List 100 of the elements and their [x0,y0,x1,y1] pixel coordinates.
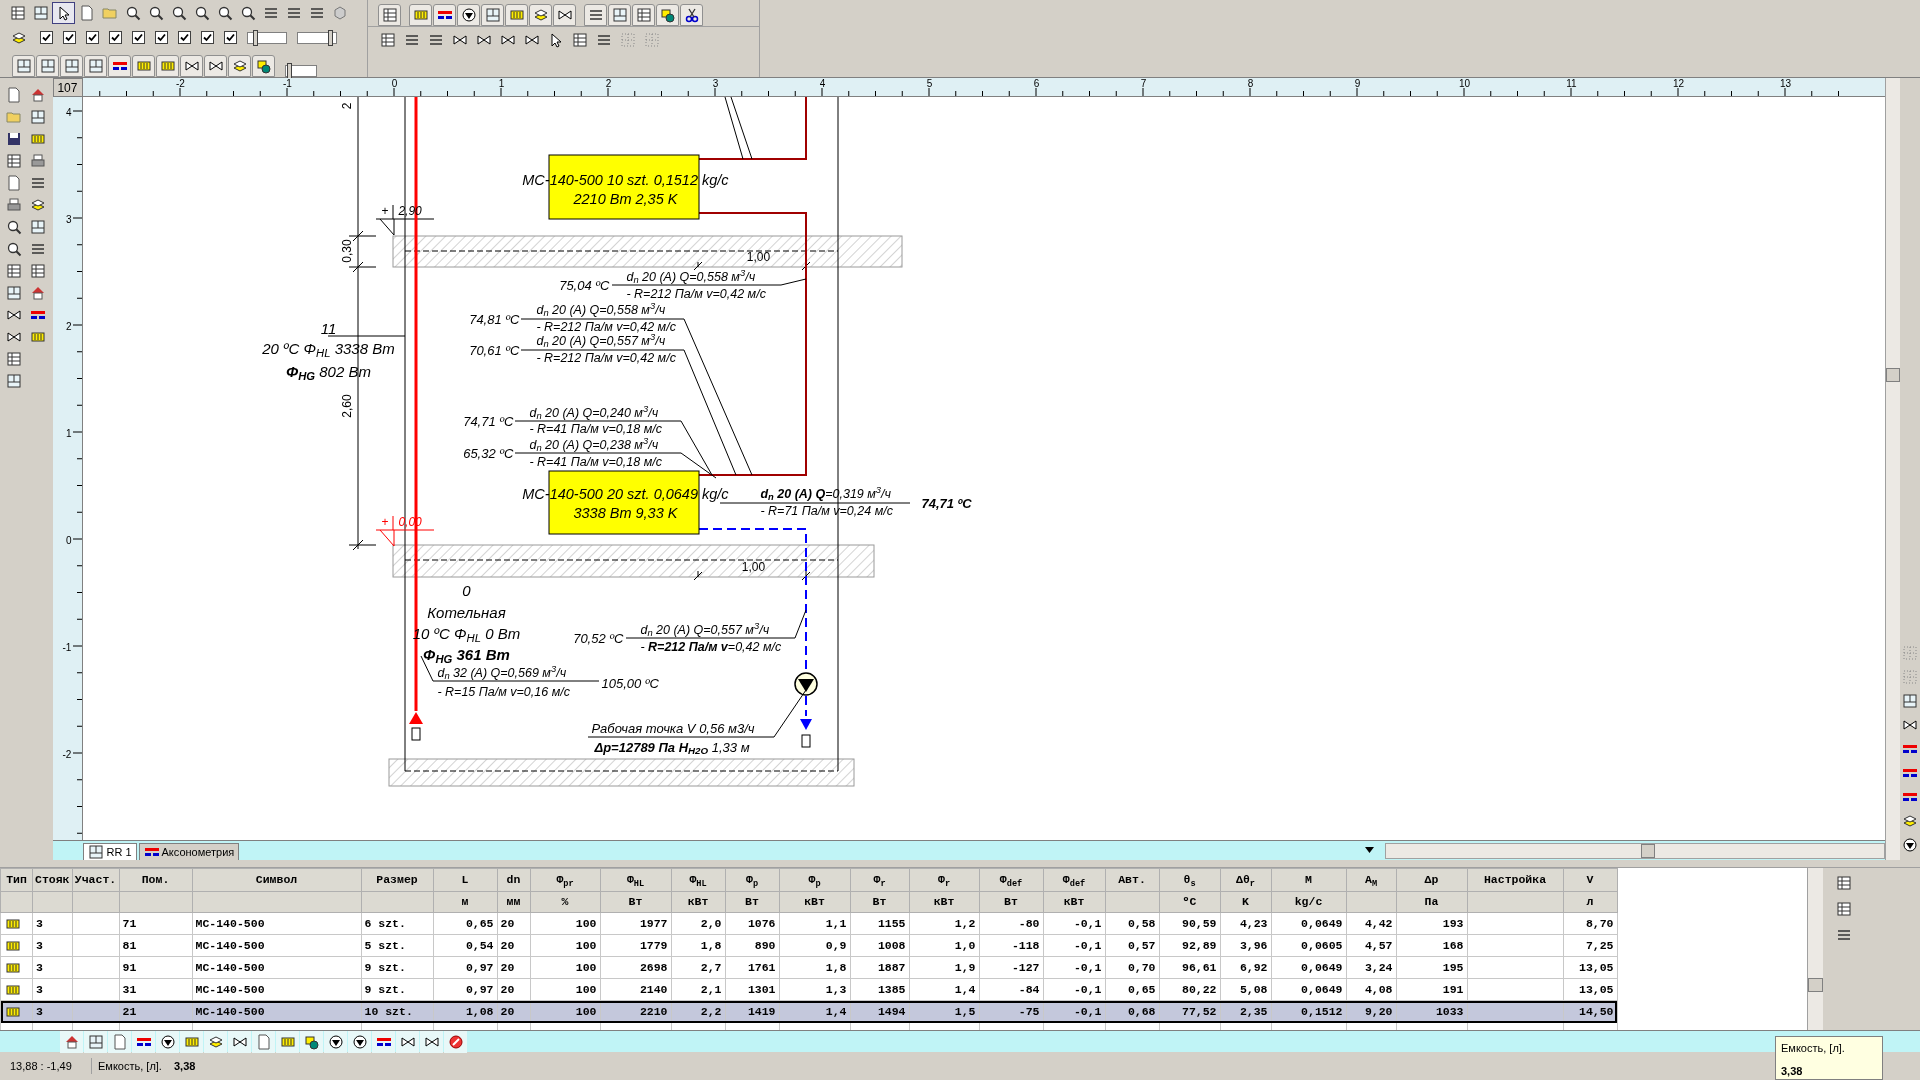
toolbar-button[interactable] [300,1030,323,1053]
slider[interactable] [247,31,287,44]
radiator-icon [135,58,152,74]
toolbar-button[interactable] [396,1030,419,1053]
valve-icon [5,307,22,323]
table-cell: 0,54 [433,934,497,957]
column-header[interactable]: Φ$_{HL}$ [600,868,671,892]
checkbox[interactable] [86,31,99,44]
page-icon [5,87,22,103]
toolbar-button[interactable] [348,1030,371,1053]
checkbox[interactable] [109,31,122,44]
column-header[interactable]: Тип [0,868,33,892]
table-cell: 1385 [850,978,909,1001]
table-row[interactable]: 3 81 МС-140-500 5 szt. 0,54 20 100 1779 1,8 890 0,9 1008 1,0 -118 -0,1 0,57 92,89 3,96 0,0605 4,57 168 7,25 [0,934,1617,957]
column-header[interactable]: Δθ$_{r}$ [1220,868,1271,892]
column-header[interactable]: dn [497,868,530,892]
sheet-tab[interactable]: RR 1 [83,843,137,860]
toolbar-button[interactable] [204,1030,227,1053]
checkbox[interactable] [63,31,76,44]
column-header[interactable]: V [1563,868,1617,892]
checkbox[interactable] [224,31,237,44]
table-cell: 90,59 [1159,912,1220,935]
toolbar-button[interactable] [444,1030,467,1053]
grid-icon [619,31,636,48]
column-header[interactable]: Участ. [72,868,119,892]
table-cell: 0,97 [433,956,497,979]
toolbar-button[interactable] [52,1,75,24]
column-header[interactable]: Авт. [1105,868,1159,892]
checkbox[interactable] [201,31,214,44]
toolbar-button[interactable] [204,55,227,77]
toolbar-button[interactable] [228,1030,251,1053]
floor-plan-icon [484,7,501,23]
column-header[interactable]: Φ$_{p}$ [725,868,779,892]
ruler-label: 10 [1458,78,1470,89]
toolbar-button[interactable] [180,55,203,77]
scrollbar-thumb[interactable] [1641,844,1656,858]
toolbar-button[interactable] [457,4,480,26]
table-icon [1836,901,1852,917]
dimension-label: 1,00 [746,251,771,263]
column-header[interactable]: Φ$_{HL}$ [671,868,725,892]
column-header[interactable]: Размер [361,868,433,892]
table-cell: 1,2 [909,912,979,935]
column-header[interactable]: Φ$_{r}$ [909,868,979,892]
checkbox[interactable] [40,31,53,44]
vertical-scrollbar[interactable] [1885,78,1900,860]
horizontal-scrollbar[interactable] [1385,843,1886,859]
toolbar-button[interactable] [656,4,679,26]
column-header[interactable]: Φ$_{r}$ [850,868,909,892]
column-header[interactable]: Φ$_{def}$ [979,868,1043,892]
slider[interactable] [297,31,337,44]
toolbar-button[interactable] [420,1030,443,1053]
toolbar-button[interactable] [529,4,552,26]
column-header[interactable]: Пом. [119,868,192,892]
toolbar-button[interactable] [324,1030,347,1053]
table-cell: -80 [979,912,1043,935]
table-cell: 3,96 [1220,934,1271,957]
ruler-label: -2 [62,749,72,760]
column-header[interactable]: M [1271,868,1346,892]
pipe-label: d$_{n}$ 20 (A) Q=0,557 м$^{3}$/ч [536,334,666,348]
checkbox[interactable] [155,31,168,44]
column-header[interactable]: Φ$_{pr}$ [530,868,600,892]
toolbar-button[interactable] [228,55,251,77]
column-header[interactable]: A$_{M}$ [1346,868,1396,892]
column-header[interactable]: Настройка [1467,868,1563,892]
toolbar-button[interactable] [553,4,576,26]
toolbar-button[interactable] [252,55,275,77]
slider-thumb[interactable] [252,29,258,46]
toolbar-button[interactable] [132,1030,155,1053]
layers-icon [1902,813,1918,829]
vertical-scrollbar[interactable] [1807,868,1823,1030]
table-row[interactable]: 3 21 МС-140-500 10 szt. 1,08 20 100 2210 2,2 1419 1,4 1494 1,5 -75 -0,1 0,68 77,52 2,35 0,1512 9,20 1033 14,50 [0,1000,1617,1023]
checkbox[interactable] [132,31,145,44]
checkbox[interactable] [178,31,191,44]
slider-thumb[interactable] [287,63,293,79]
column-header[interactable]: θ$_{s}$ [1159,868,1220,892]
sheet-tab[interactable]: Аксонометрия [138,843,240,860]
column-header[interactable]: Δp [1396,868,1467,892]
toolbar-button[interactable] [433,4,456,26]
zoom-icon [5,241,22,257]
slider[interactable] [285,65,317,77]
table-cell: 4,23 [1220,912,1271,935]
toolbar-button[interactable] [680,4,703,26]
toolbar-button[interactable] [372,1030,395,1053]
ruler-label: 2 [65,321,72,332]
column-header[interactable]: Φ$_{p}$ [779,868,850,892]
table-row[interactable]: 3 31 МС-140-500 9 szt. 0,97 20 100 2140 2,1 1301 1,3 1385 1,4 -84 -0,1 0,65 80,22 5,08 0,0649 4,08 191 13,05 [0,978,1617,1001]
scrollbar-thumb[interactable] [1808,978,1823,992]
table-cell: 2,1 [671,978,725,1001]
column-header[interactable]: L [433,868,497,892]
table-row[interactable]: 3 91 МС-140-500 9 szt. 0,97 20 100 2698 2,7 1761 1,8 1887 1,9 -127 -0,1 0,70 96,61 6,92 0,0649 3,24 195 13,05 [0,956,1617,979]
pipe-label: - R=41 Па/м v=0,18 м/с [529,455,662,469]
table-row[interactable]: 3 71 МС-140-500 6 szt. 0,65 20 100 1977 2,0 1076 1,1 1155 1,2 -80 -0,1 0,58 90,59 4,23 0,0649 4,42 193 8,70 [0,912,1617,935]
column-header[interactable]: Символ [192,868,361,892]
column-header[interactable]: Стояк [32,868,72,892]
column-header[interactable]: Φ$_{def}$ [1043,868,1105,892]
toolbar-button[interactable] [108,55,131,77]
table-icon [5,153,22,169]
scrollbar-thumb[interactable] [1886,368,1901,382]
toolbar-button[interactable] [156,1030,179,1053]
slider-thumb[interactable] [327,29,333,46]
